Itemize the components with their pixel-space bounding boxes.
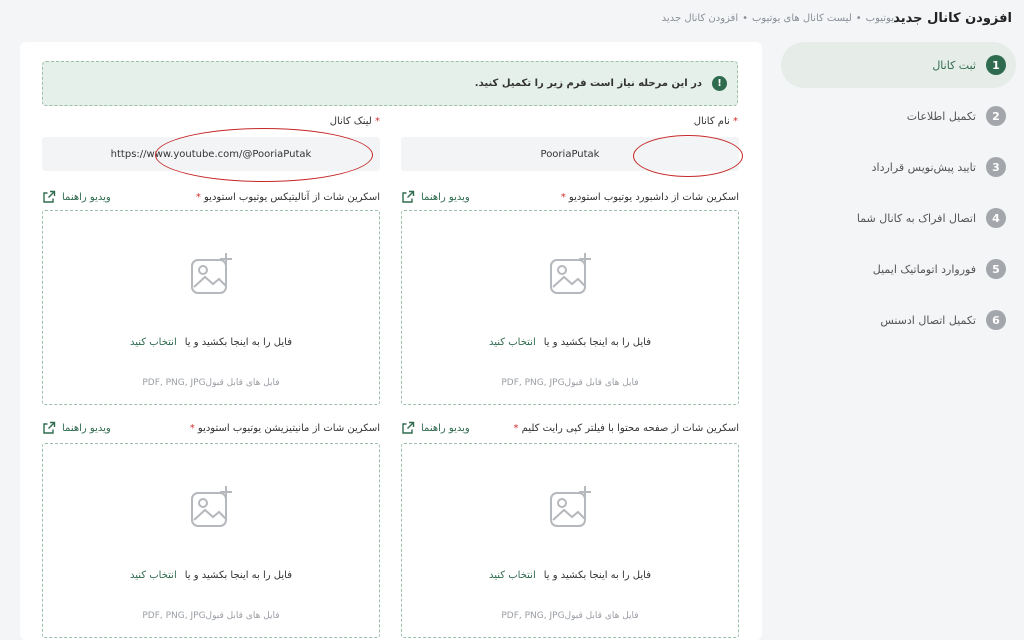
upload-header: اسکرین شات از صفحه محتوا با فیلتر کپی را… <box>401 420 739 436</box>
dropzone-text: فایل را به اینجا بکشید و یاانتخاب کنید <box>130 337 292 348</box>
upload-label: اسکرین شات از داشبورد یوتیوب استودیو * <box>560 191 739 203</box>
step-item-connect[interactable]: 4 اتصال افراک به کانال شما <box>781 195 1016 241</box>
step-label: فوروارد اتوماتیک ایمیل <box>872 262 976 276</box>
external-link-icon <box>43 190 56 203</box>
step-label: تایید پیش‌نویس قرارداد <box>871 160 976 174</box>
info-alert: ! در این مرحله نیاز است فرم زیر را تکمیل… <box>42 61 738 106</box>
upload-dropzone[interactable]: فایل را به اینجا بکشید و یاانتخاب کنید ف… <box>42 443 380 638</box>
accepted-formats-hint: فایل های قابل قبولPDF, PNG, JPG <box>142 378 280 388</box>
upload-header: اسکرین شات از مانیتیزیشن یوتیوب استودیو … <box>42 420 380 436</box>
external-link-icon <box>402 421 415 434</box>
image-upload-icon <box>191 253 232 294</box>
upload-header: اسکرین شات از آنالیتیکس یوتیوب استودیو *… <box>42 189 380 205</box>
step-number: 3 <box>986 157 1006 177</box>
image-upload-icon <box>550 253 591 294</box>
top-bar: افزودن کانال جدید یوتیوب•لیست کانال های … <box>0 0 1024 40</box>
step-item-email-forward[interactable]: 5 فوروارد اتوماتیک ایمیل <box>781 246 1016 292</box>
breadcrumb-item: افزودن کانال جدید <box>661 13 739 24</box>
dropzone-text: فایل را به اینجا بکشید و یاانتخاب کنید <box>130 570 292 581</box>
upload-label: اسکرین شات از مانیتیزیشن یوتیوب استودیو … <box>189 422 380 434</box>
upload-dropzone[interactable]: فایل را به اینجا بکشید و یاانتخاب کنید ف… <box>401 210 739 405</box>
step-label: اتصال افراک به کانال شما <box>856 211 976 225</box>
step-label: تکمیل اتصال ادسنس <box>880 313 976 327</box>
choose-file-link[interactable]: انتخاب کنید <box>489 337 536 348</box>
upload-label: اسکرین شات از آنالیتیکس یوتیوب استودیو * <box>195 191 380 203</box>
accepted-formats-hint: فایل های قابل قبولPDF, PNG, JPG <box>142 611 280 621</box>
choose-file-link[interactable]: انتخاب کنید <box>130 337 177 348</box>
upload-dropzone[interactable]: فایل را به اینجا بکشید و یاانتخاب کنید ف… <box>401 443 739 638</box>
step-item-contract[interactable]: 3 تایید پیش‌نویس قرارداد <box>781 144 1016 190</box>
alert-text: در این مرحله نیاز است فرم زیر را تکمیل ک… <box>474 78 702 89</box>
upload-dropzone[interactable]: فایل را به اینجا بکشید و یاانتخاب کنید ف… <box>42 210 380 405</box>
breadcrumb-item[interactable]: لیست کانال های یوتیوب <box>752 13 852 24</box>
breadcrumb: یوتیوب•لیست کانال های یوتیوب•افزودن کانا… <box>661 13 894 24</box>
external-link-icon <box>43 421 56 434</box>
upload-header: اسکرین شات از داشبورد یوتیوب استودیو * و… <box>401 189 739 205</box>
highlight-ellipse <box>155 128 373 182</box>
video-guide-link[interactable]: ویدیو راهنما <box>42 421 111 435</box>
dropzone-text: فایل را به اینجا بکشید و یاانتخاب کنید <box>489 337 651 348</box>
step-item-complete-info[interactable]: 2 تکمیل اطلاعات <box>781 93 1016 139</box>
external-link-icon <box>402 190 415 203</box>
video-guide-link[interactable]: ویدیو راهنما <box>401 421 470 435</box>
step-item-register-channel[interactable]: 1 ثبت کانال <box>781 42 1016 88</box>
breadcrumb-item[interactable]: یوتیوب <box>866 13 894 24</box>
step-number: 2 <box>986 106 1006 126</box>
step-label: ثبت کانال <box>932 58 976 72</box>
upload-label: اسکرین شات از صفحه محتوا با فیلتر کپی را… <box>513 422 739 434</box>
choose-file-link[interactable]: انتخاب کنید <box>489 570 536 581</box>
step-number: 1 <box>986 55 1006 75</box>
info-icon: ! <box>712 76 727 91</box>
channel-name-label: * نام کانال <box>693 116 738 127</box>
image-upload-icon <box>550 486 591 527</box>
video-guide-link[interactable]: ویدیو راهنما <box>401 190 470 204</box>
step-number: 5 <box>986 259 1006 279</box>
form-card: ! در این مرحله نیاز است فرم زیر را تکمیل… <box>20 42 762 640</box>
step-item-adsense[interactable]: 6 تکمیل اتصال ادسنس <box>781 297 1016 343</box>
image-upload-icon <box>191 486 232 527</box>
step-label: تکمیل اطلاعات <box>906 109 976 123</box>
video-guide-link[interactable]: ویدیو راهنما <box>42 190 111 204</box>
accepted-formats-hint: فایل های قابل قبولPDF, PNG, JPG <box>501 611 639 621</box>
accepted-formats-hint: فایل های قابل قبولPDF, PNG, JPG <box>501 378 639 388</box>
highlight-ellipse <box>633 135 743 177</box>
steps-sidebar: 1 ثبت کانال 2 تکمیل اطلاعات 3 تایید پیش‌… <box>781 42 1016 348</box>
step-number: 4 <box>986 208 1006 228</box>
channel-link-label: * لینک کانال <box>329 116 380 127</box>
page-title: افزودن کانال جدید <box>893 11 1012 26</box>
choose-file-link[interactable]: انتخاب کنید <box>130 570 177 581</box>
dropzone-text: فایل را به اینجا بکشید و یاانتخاب کنید <box>489 570 651 581</box>
step-number: 6 <box>986 310 1006 330</box>
